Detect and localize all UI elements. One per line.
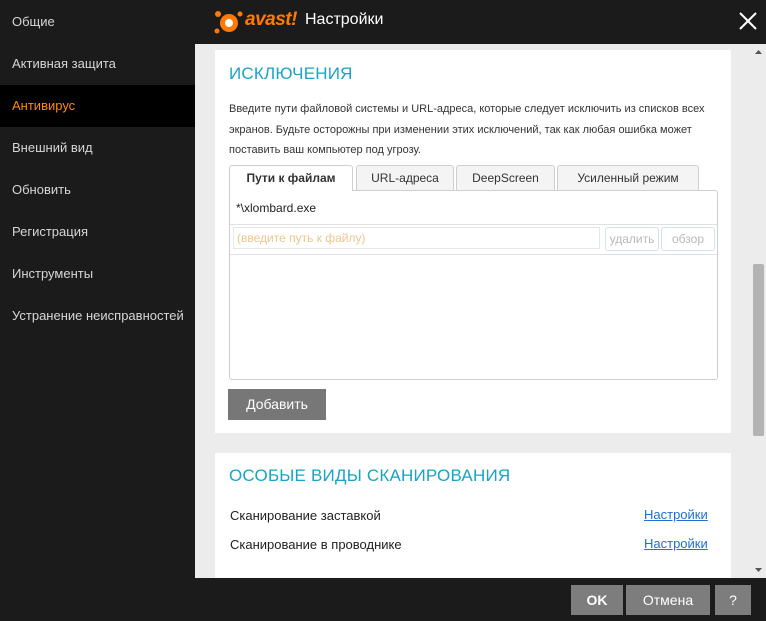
scroll-down-arrow-icon[interactable]: [751, 562, 766, 578]
footer-bar: OK Отмена ?: [195, 578, 766, 621]
scrollbar[interactable]: [751, 44, 766, 578]
divider: [230, 254, 717, 255]
tab-file-paths[interactable]: Пути к файлам: [229, 165, 353, 191]
file-path-input[interactable]: [233, 227, 600, 249]
brand-name: avast!: [245, 9, 297, 30]
tab-hardened-mode[interactable]: Усиленный режим: [557, 165, 699, 190]
exclusions-panel: ИСКЛЮЧЕНИЯ Введите пути файловой системы…: [215, 50, 731, 433]
special-scans-title: ОСОБЫЕ ВИДЫ СКАНИРОВАНИЯ: [229, 466, 511, 485]
explorer-scan-label: Сканирование в проводнике: [230, 537, 402, 552]
title-bar: avast! Настройки: [195, 0, 766, 44]
sidebar: Общие Активная защита Антивирус Внешний …: [0, 0, 195, 621]
ok-button[interactable]: OK: [571, 585, 623, 615]
help-button[interactable]: ?: [715, 585, 751, 615]
tab-urls[interactable]: URL-адреса: [356, 165, 454, 190]
close-icon[interactable]: [735, 8, 761, 34]
sidebar-item-troubleshooting[interactable]: Устранение неисправностей: [0, 295, 195, 337]
tab-deepscreen[interactable]: DeepScreen: [456, 165, 555, 190]
file-paths-list: *\xlombard.exe удалить обзор: [229, 190, 718, 380]
sidebar-item-general[interactable]: Общие: [0, 1, 195, 43]
special-scans-panel: ОСОБЫЕ ВИДЫ СКАНИРОВАНИЯ Сканирование за…: [215, 453, 731, 578]
sidebar-item-appearance[interactable]: Внешний вид: [0, 127, 195, 169]
screensaver-scan-label: Сканирование заставкой: [230, 508, 381, 523]
screensaver-scan-settings-link[interactable]: Настройки: [644, 507, 708, 522]
sidebar-item-active-protection[interactable]: Активная защита: [0, 43, 195, 85]
window-title: Настройки: [305, 11, 384, 28]
list-item[interactable]: *\xlombard.exe: [236, 201, 316, 215]
browse-button[interactable]: обзор: [661, 227, 715, 251]
sidebar-item-registration[interactable]: Регистрация: [0, 211, 195, 253]
sidebar-item-tools[interactable]: Инструменты: [0, 253, 195, 295]
exclusions-title: ИСКЛЮЧЕНИЯ: [229, 64, 353, 83]
settings-content: ИСКЛЮЧЕНИЯ Введите пути файловой системы…: [195, 44, 766, 578]
scrollbar-thumb[interactable]: [753, 264, 764, 436]
sidebar-item-update[interactable]: Обновить: [0, 169, 195, 211]
add-button[interactable]: Добавить: [228, 389, 326, 420]
divider: [230, 224, 717, 225]
delete-button[interactable]: удалить: [605, 227, 659, 251]
cancel-button[interactable]: Отмена: [626, 585, 710, 615]
sidebar-item-antivirus[interactable]: Антивирус: [0, 85, 195, 127]
explorer-scan-settings-link[interactable]: Настройки: [644, 536, 708, 551]
exclusions-description: Введите пути файловой системы и URL-адре…: [229, 103, 705, 156]
scroll-up-arrow-icon[interactable]: [751, 44, 766, 60]
avast-logo-icon: [214, 11, 243, 34]
